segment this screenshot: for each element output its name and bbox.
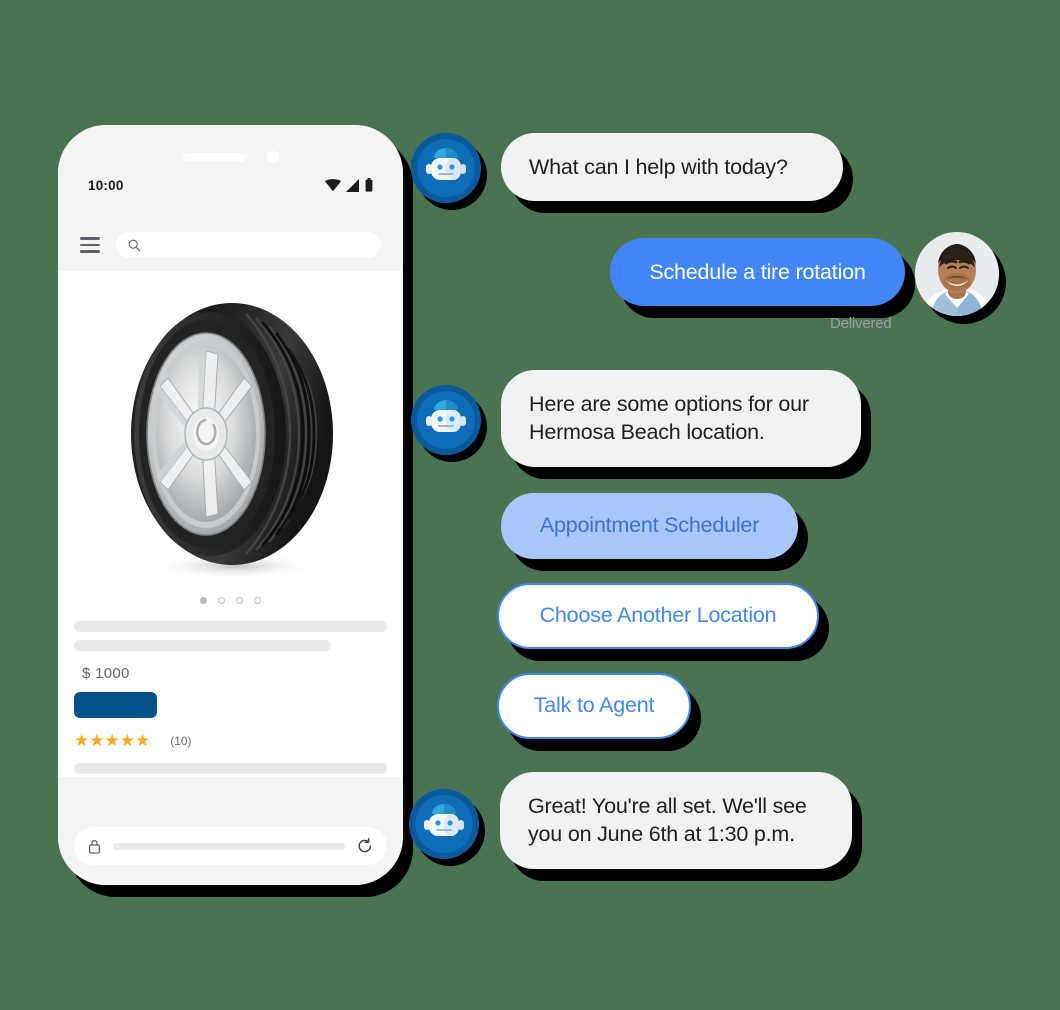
chip-talk-to-agent[interactable]: Talk to Agent <box>497 673 691 739</box>
robot-avatar-icon <box>409 789 479 859</box>
review-count: (10) <box>170 733 192 748</box>
browser-toolbar <box>58 219 403 271</box>
phone-screen: 10:00 $ 1000 ★★★★★ (10) <box>58 125 403 885</box>
carousel-dot[interactable] <box>200 597 207 604</box>
status-bar-icons <box>325 178 373 192</box>
speaker-grill <box>182 152 245 162</box>
chip-choose-another-location[interactable]: Choose Another Location <box>497 583 819 649</box>
avatar-user <box>915 232 999 316</box>
search-icon <box>128 239 141 252</box>
skeleton-line <box>74 621 387 632</box>
car-tire-with-alloy-wheel-icon <box>130 303 333 579</box>
chat-bubble-bot: What can I help with today? <box>501 133 843 202</box>
chat-bubble-bot: Here are some options for our Hermosa Be… <box>501 370 861 467</box>
front-camera <box>266 151 279 163</box>
skeleton-line <box>74 763 387 774</box>
hamburger-menu-icon[interactable] <box>80 237 100 253</box>
message-status: Delivered <box>830 315 892 332</box>
phone-notch <box>182 151 279 163</box>
product-page: $ 1000 ★★★★★ (10) <box>58 271 403 777</box>
product-details: $ 1000 ★★★★★ (10) <box>58 621 403 777</box>
avatar-bot <box>411 133 481 203</box>
robot-avatar-icon <box>411 385 481 455</box>
avatar-bot <box>411 385 481 455</box>
chat-bubble-bot: Great! You're all set. We'll see you on … <box>500 772 852 869</box>
search-input[interactable] <box>116 232 381 258</box>
product-rating: ★★★★★ (10) <box>74 732 387 749</box>
battery-icon <box>365 178 373 192</box>
avatar-bot <box>409 789 479 859</box>
chip-appointment-scheduler[interactable]: Appointment Scheduler <box>501 493 798 559</box>
add-to-cart-button[interactable] <box>74 692 157 718</box>
refresh-icon[interactable] <box>357 838 373 854</box>
carousel-dot[interactable] <box>236 597 243 604</box>
chat-bubble-user: Schedule a tire rotation <box>610 238 905 307</box>
status-bar-clock: 10:00 <box>88 177 124 193</box>
star-rating-icon: ★★★★★ <box>74 731 151 750</box>
scene: 10:00 $ 1000 ★★★★★ (10) What can I help … <box>0 0 1060 1010</box>
status-bar: 10:00 <box>58 172 403 198</box>
wifi-icon <box>325 178 341 192</box>
skeleton-line <box>74 640 331 651</box>
lock-icon <box>88 839 101 854</box>
carousel-dots[interactable] <box>58 597 403 604</box>
robot-avatar-icon <box>411 133 481 203</box>
carousel-dot[interactable] <box>218 597 225 604</box>
user-photo-avatar-icon <box>915 232 999 316</box>
url-field[interactable] <box>113 842 345 850</box>
signal-icon <box>346 178 360 192</box>
product-price: $ 1000 <box>82 665 130 682</box>
carousel-dot[interactable] <box>254 597 261 604</box>
address-bar[interactable] <box>74 827 387 865</box>
product-image <box>58 289 403 589</box>
phone-mockup: 10:00 $ 1000 ★★★★★ (10) <box>58 125 403 885</box>
